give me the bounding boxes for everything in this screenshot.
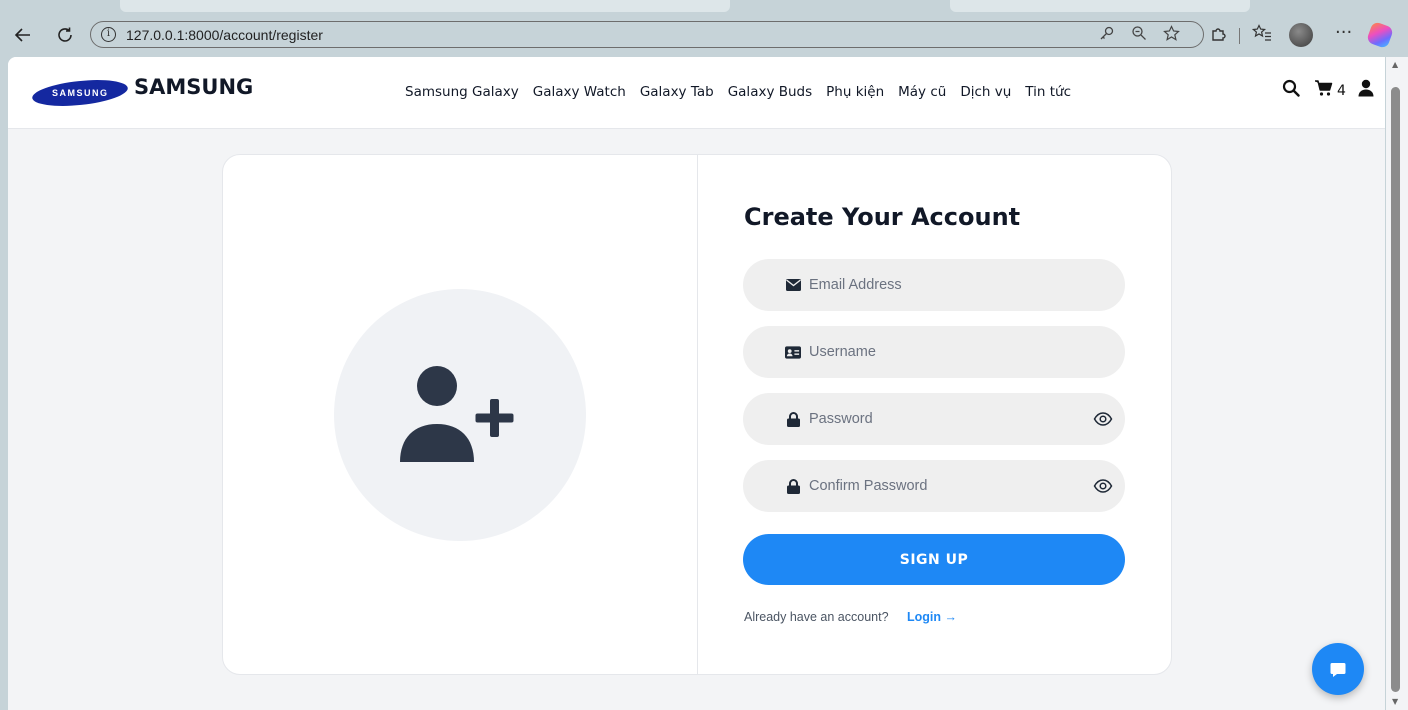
main-nav: Samsung Galaxy Galaxy Watch Galaxy Tab G… — [405, 84, 1071, 100]
login-link[interactable]: Login → — [907, 610, 957, 624]
already-account-text: Already have an account? — [744, 610, 889, 624]
page-viewport: SAMSUNG SAMSUNG Samsung Galaxy Galaxy Wa… — [8, 57, 1385, 710]
nav-phu-kien[interactable]: Phụ kiện — [826, 84, 884, 100]
nav-galaxy-watch[interactable]: Galaxy Watch — [533, 84, 626, 100]
favorite-star-icon[interactable] — [1163, 25, 1180, 46]
address-url[interactable]: 127.0.0.1:8000/account/register — [126, 27, 323, 43]
nav-tin-tuc[interactable]: Tin tức — [1025, 84, 1071, 100]
profile-avatar[interactable] — [1289, 23, 1313, 47]
extensions-icon[interactable] — [1210, 24, 1228, 47]
id-card-icon — [785, 344, 801, 360]
browser-toolbar: i 127.0.0.1:8000/account/register ··· — [0, 12, 1408, 57]
page-scrollbar[interactable]: ▲ ▼ — [1386, 57, 1408, 710]
register-card: Create Your Account Email Address Userna… — [222, 154, 1172, 675]
envelope-icon — [785, 277, 801, 293]
confirm-password-input[interactable] — [809, 460, 1079, 512]
form-title: Create Your Account — [744, 203, 1021, 231]
avatar-placeholder — [334, 289, 586, 541]
back-arrow-icon[interactable] — [10, 22, 36, 48]
scroll-up-arrow-icon[interactable]: ▲ — [1392, 60, 1398, 69]
nav-dich-vu[interactable]: Dịch vụ — [960, 84, 1011, 100]
email-input[interactable] — [809, 259, 1079, 311]
eye-icon[interactable] — [1093, 477, 1113, 495]
address-bar[interactable]: i 127.0.0.1:8000/account/register — [90, 21, 1204, 48]
form-panel: Create Your Account Email Address Userna… — [698, 155, 1171, 674]
brand-name[interactable]: SAMSUNG — [134, 75, 253, 99]
refresh-icon[interactable] — [52, 22, 78, 48]
scroll-down-arrow-icon[interactable]: ▼ — [1392, 697, 1398, 706]
samsung-logo[interactable]: SAMSUNG — [31, 76, 129, 110]
browser-tab[interactable] — [120, 0, 730, 12]
cart-icon[interactable] — [1314, 79, 1333, 102]
eye-icon[interactable] — [1093, 410, 1113, 428]
cart-count-badge[interactable]: 4 — [1337, 83, 1346, 99]
copilot-icon[interactable] — [1365, 20, 1395, 50]
header-actions: 4 — [1282, 79, 1374, 102]
lock-icon — [785, 411, 801, 427]
user-icon[interactable] — [1358, 79, 1374, 102]
user-plus-icon — [400, 366, 514, 462]
nav-galaxy-buds[interactable]: Galaxy Buds — [728, 84, 812, 100]
zoom-icon[interactable] — [1131, 25, 1147, 45]
favorites-list-icon[interactable] — [1251, 24, 1272, 47]
signup-button[interactable]: SIGN UP — [743, 534, 1125, 585]
nav-galaxy-tab[interactable]: Galaxy Tab — [640, 84, 714, 100]
username-input[interactable] — [809, 326, 1079, 378]
site-info-icon[interactable]: i — [101, 27, 116, 42]
chat-icon — [1330, 663, 1346, 677]
search-icon[interactable] — [1282, 79, 1300, 102]
chat-button[interactable] — [1312, 643, 1364, 695]
confirm-password-field[interactable] — [743, 460, 1125, 512]
site-header: SAMSUNG SAMSUNG Samsung Galaxy Galaxy Wa… — [8, 57, 1385, 129]
nav-samsung-galaxy[interactable]: Samsung Galaxy — [405, 84, 519, 100]
illustration-panel — [223, 155, 698, 674]
password-key-icon[interactable] — [1099, 25, 1115, 45]
nav-may-cu[interactable]: Máy cũ — [898, 84, 946, 100]
toolbar-separator — [1239, 28, 1240, 44]
email-field[interactable] — [743, 259, 1125, 311]
tab-strip — [0, 0, 1408, 12]
browser-tab[interactable] — [950, 0, 1250, 12]
scrollbar-thumb[interactable] — [1391, 87, 1400, 692]
password-field[interactable] — [743, 393, 1125, 445]
lock-icon — [785, 478, 801, 494]
more-options-icon[interactable]: ··· — [1335, 22, 1352, 43]
username-field[interactable] — [743, 326, 1125, 378]
password-input[interactable] — [809, 393, 1079, 445]
